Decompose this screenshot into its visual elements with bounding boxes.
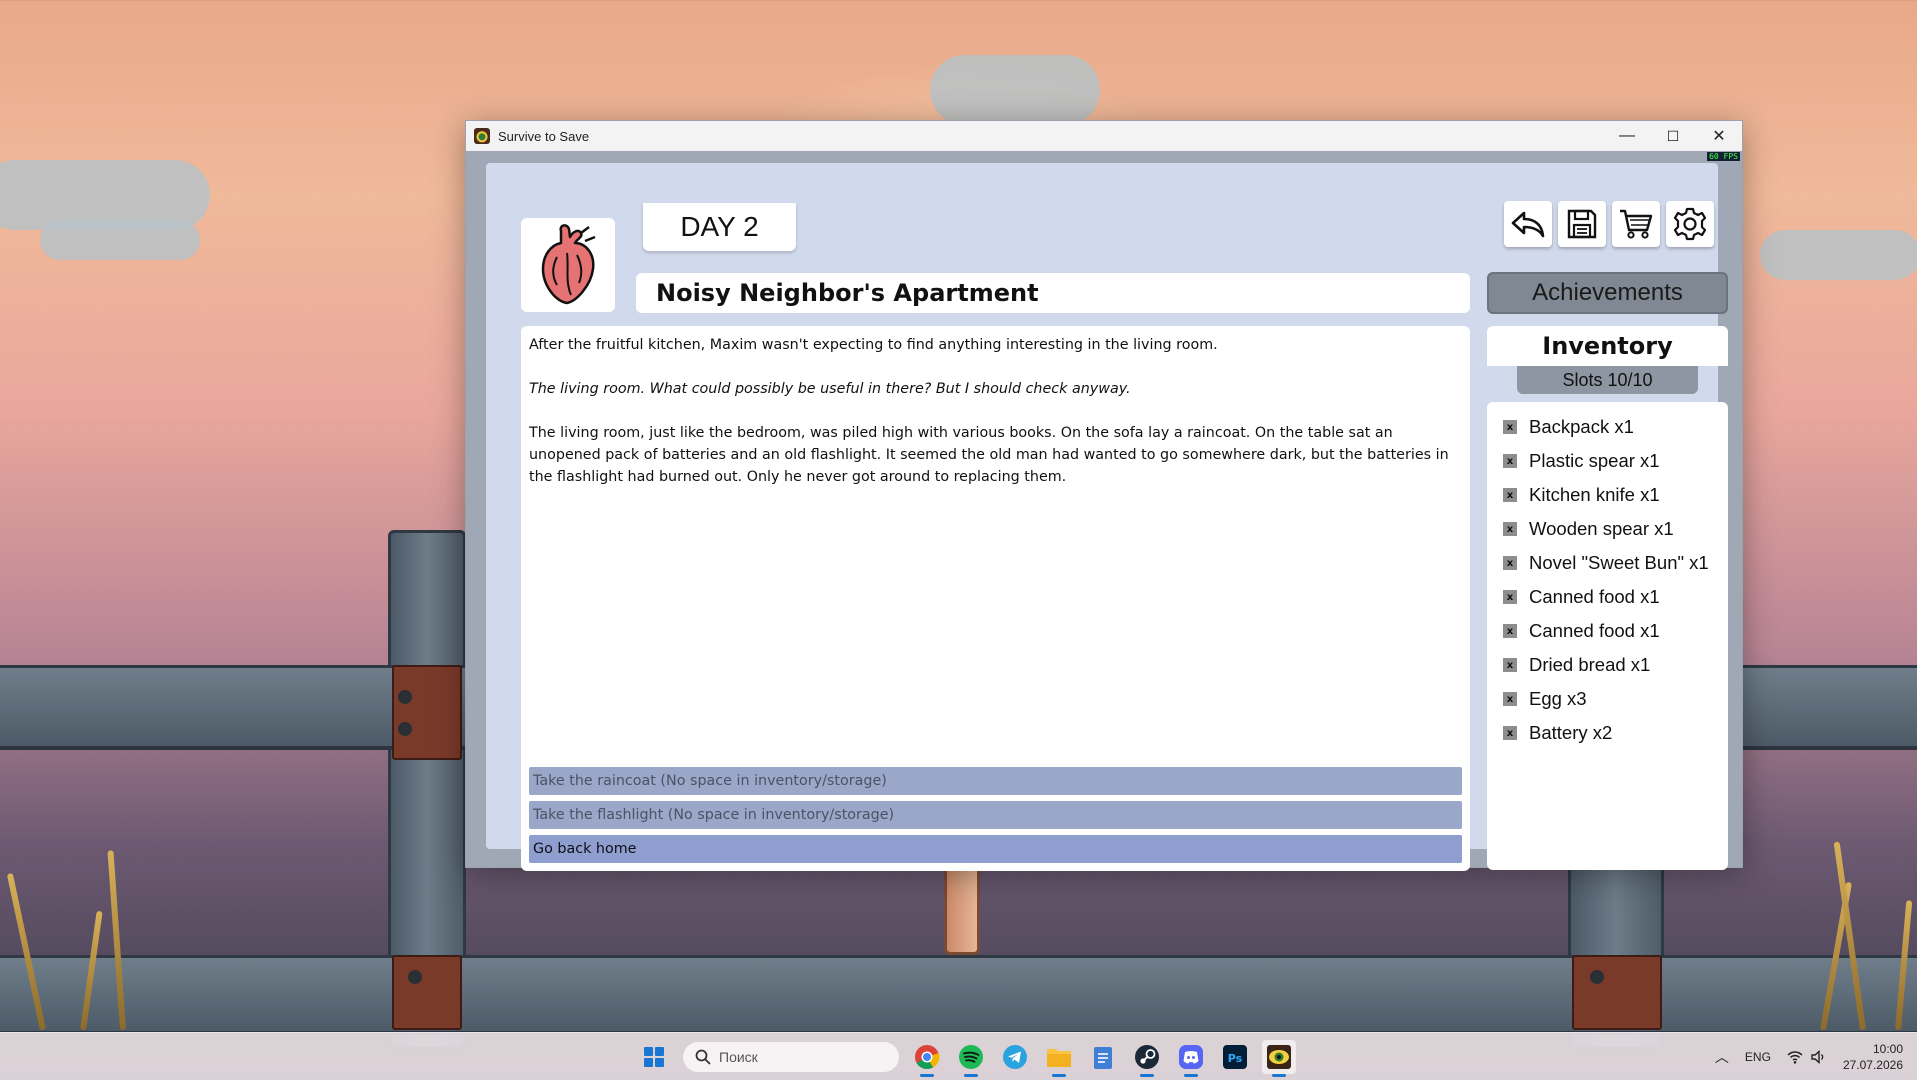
notepad-icon (1094, 1047, 1112, 1069)
clock-date: 27.07.2026 (1842, 1058, 1903, 1072)
inventory-item-label: Egg x3 (1529, 688, 1587, 709)
taskbar-app-steam[interactable] (1130, 1040, 1164, 1077)
drop-item-button[interactable]: x (1503, 726, 1517, 740)
inventory-item: x Canned food x1 (1487, 580, 1728, 614)
wifi-icon (1787, 1051, 1803, 1064)
close-button[interactable]: ✕ (1696, 121, 1742, 151)
chevron-up-icon[interactable]: ︿ (1715, 1047, 1729, 1067)
inventory-item: x Wooden spear x1 (1487, 512, 1728, 546)
start-button[interactable] (636, 1039, 672, 1075)
photoshop-icon: Ps (1223, 1045, 1247, 1069)
survive-to-save-icon (1267, 1045, 1291, 1069)
story-thought: The living room. What could possibly be … (529, 381, 1131, 397)
inventory-item: x Canned food x1 (1487, 614, 1728, 648)
search-icon (695, 1049, 711, 1065)
inventory-item: x Backpack x1 (1487, 410, 1728, 444)
inventory-item-label: Backpack x1 (1529, 416, 1634, 437)
inventory-item-label: Canned food x1 (1529, 586, 1660, 607)
inventory-item-label: Novel "Sweet Bun" x1 (1529, 552, 1709, 573)
story-paragraph: The living room, just like the bedroom, … (529, 425, 1449, 485)
maximize-button[interactable]: ☐ (1650, 121, 1696, 151)
game-board: DAY 2 Noisy Neighbor's Apartment Achieve… (486, 163, 1728, 871)
network-volume-group[interactable] (1787, 1050, 1827, 1064)
inventory-item: x Plastic spear x1 (1487, 444, 1728, 478)
taskbar: Поиск Ps ︿ ENG 10:00 27.07.2026 (0, 1032, 1917, 1080)
inventory-item-label: Wooden spear x1 (1529, 518, 1674, 539)
drop-item-button[interactable]: x (1503, 590, 1517, 604)
achievements-button[interactable]: Achievements (1487, 272, 1728, 314)
back-button[interactable] (1504, 201, 1552, 247)
telegram-icon (1003, 1045, 1027, 1069)
taskbar-app-photoshop[interactable]: Ps (1218, 1040, 1252, 1074)
clock-time: 10:00 (1872, 1042, 1903, 1056)
shop-button[interactable] (1612, 201, 1660, 247)
file-explorer-icon (1047, 1049, 1071, 1067)
inventory-item: x Novel "Sweet Bun" x1 (1487, 546, 1728, 580)
discord-icon (1179, 1045, 1203, 1069)
taskbar-clock[interactable]: 10:00 27.07.2026 (1843, 1041, 1903, 1073)
volume-icon (1811, 1050, 1824, 1064)
inventory-title: Inventory (1487, 326, 1728, 366)
window-title: Survive to Save (498, 128, 590, 144)
cart-icon (1620, 209, 1653, 239)
story-paragraph: After the fruitful kitchen, Maxim wasn't… (529, 337, 1218, 353)
game-viewport: 60 FPS DAY 2 Noisy Neighbor's Apartment (466, 151, 1742, 871)
inventory-item: x Battery x2 (1487, 716, 1728, 750)
inventory-item-label: Canned food x1 (1529, 620, 1660, 641)
drop-item-button[interactable]: x (1503, 420, 1517, 434)
inventory-item: x Kitchen knife x1 (1487, 478, 1728, 512)
drop-item-button[interactable]: x (1503, 522, 1517, 536)
steam-icon (1135, 1045, 1159, 1069)
inventory-item-label: Dried bread x1 (1529, 654, 1651, 675)
svg-text:Ps: Ps (1228, 1052, 1243, 1065)
taskbar-app-survive-to-save[interactable] (1262, 1040, 1296, 1077)
floppy-disk-icon (1567, 209, 1597, 239)
inventory-item: x Dried bread x1 (1487, 648, 1728, 682)
drop-item-button[interactable]: x (1503, 692, 1517, 706)
inventory-slots: Slots 10/10 (1517, 366, 1698, 394)
search-placeholder: Поиск (719, 1049, 758, 1065)
inventory-item: x Egg x3 (1487, 682, 1728, 716)
taskbar-app-file-explorer[interactable] (1042, 1040, 1076, 1077)
app-logo-icon (474, 128, 490, 144)
chrome-icon (915, 1045, 940, 1070)
window-titlebar[interactable]: Survive to Save — ☐ ✕ (466, 121, 1742, 151)
inventory-item-label: Kitchen knife x1 (1529, 484, 1660, 505)
spotify-icon (959, 1045, 983, 1069)
fps-counter: 60 FPS (1707, 152, 1740, 161)
settings-button[interactable] (1666, 201, 1714, 247)
day-counter: DAY 2 (643, 203, 796, 251)
drop-item-button[interactable]: x (1503, 556, 1517, 570)
save-button[interactable] (1558, 201, 1606, 247)
story-panel: After the fruitful kitchen, Maxim wasn't… (521, 326, 1470, 871)
choice-go-back-home[interactable]: Go back home (529, 835, 1462, 863)
choice-take-flashlight[interactable]: Take the flashlight (No space in invento… (529, 801, 1462, 829)
inventory-item-label: Battery x2 (1529, 722, 1613, 743)
game-toolbar (1504, 201, 1714, 247)
minimize-button[interactable]: — (1604, 121, 1650, 151)
drop-item-button[interactable]: x (1503, 488, 1517, 502)
taskbar-app-spotify[interactable] (954, 1040, 988, 1077)
choice-take-raincoat[interactable]: Take the raincoat (No space in inventory… (529, 767, 1462, 795)
inventory-list: x Backpack x1 x Plastic spear x1 x Kitchen … (1487, 402, 1728, 870)
taskbar-search[interactable]: Поиск (682, 1041, 900, 1073)
app-window: Survive to Save — ☐ ✕ 60 FPS DAY 2 Noisy… (465, 120, 1743, 871)
choice-list: Take the raincoat (No space in inventory… (529, 767, 1462, 863)
drop-item-button[interactable]: x (1503, 454, 1517, 468)
anatomical-heart-icon (541, 224, 596, 305)
inventory-item-label: Plastic spear x1 (1529, 450, 1660, 471)
location-title: Noisy Neighbor's Apartment (636, 273, 1470, 313)
taskbar-app-telegram[interactable] (998, 1040, 1032, 1074)
drop-item-button[interactable]: x (1503, 624, 1517, 638)
back-arrow-icon (1511, 211, 1545, 238)
gear-icon (1673, 207, 1707, 241)
drop-item-button[interactable]: x (1503, 658, 1517, 672)
health-card (521, 218, 615, 312)
language-indicator[interactable]: ENG (1745, 1050, 1771, 1064)
taskbar-app-discord[interactable] (1174, 1040, 1208, 1077)
taskbar-app-chrome[interactable] (910, 1040, 944, 1077)
taskbar-app-notepad[interactable] (1086, 1040, 1120, 1074)
system-tray: ︿ ENG 10:00 27.07.2026 (1715, 1033, 1903, 1080)
